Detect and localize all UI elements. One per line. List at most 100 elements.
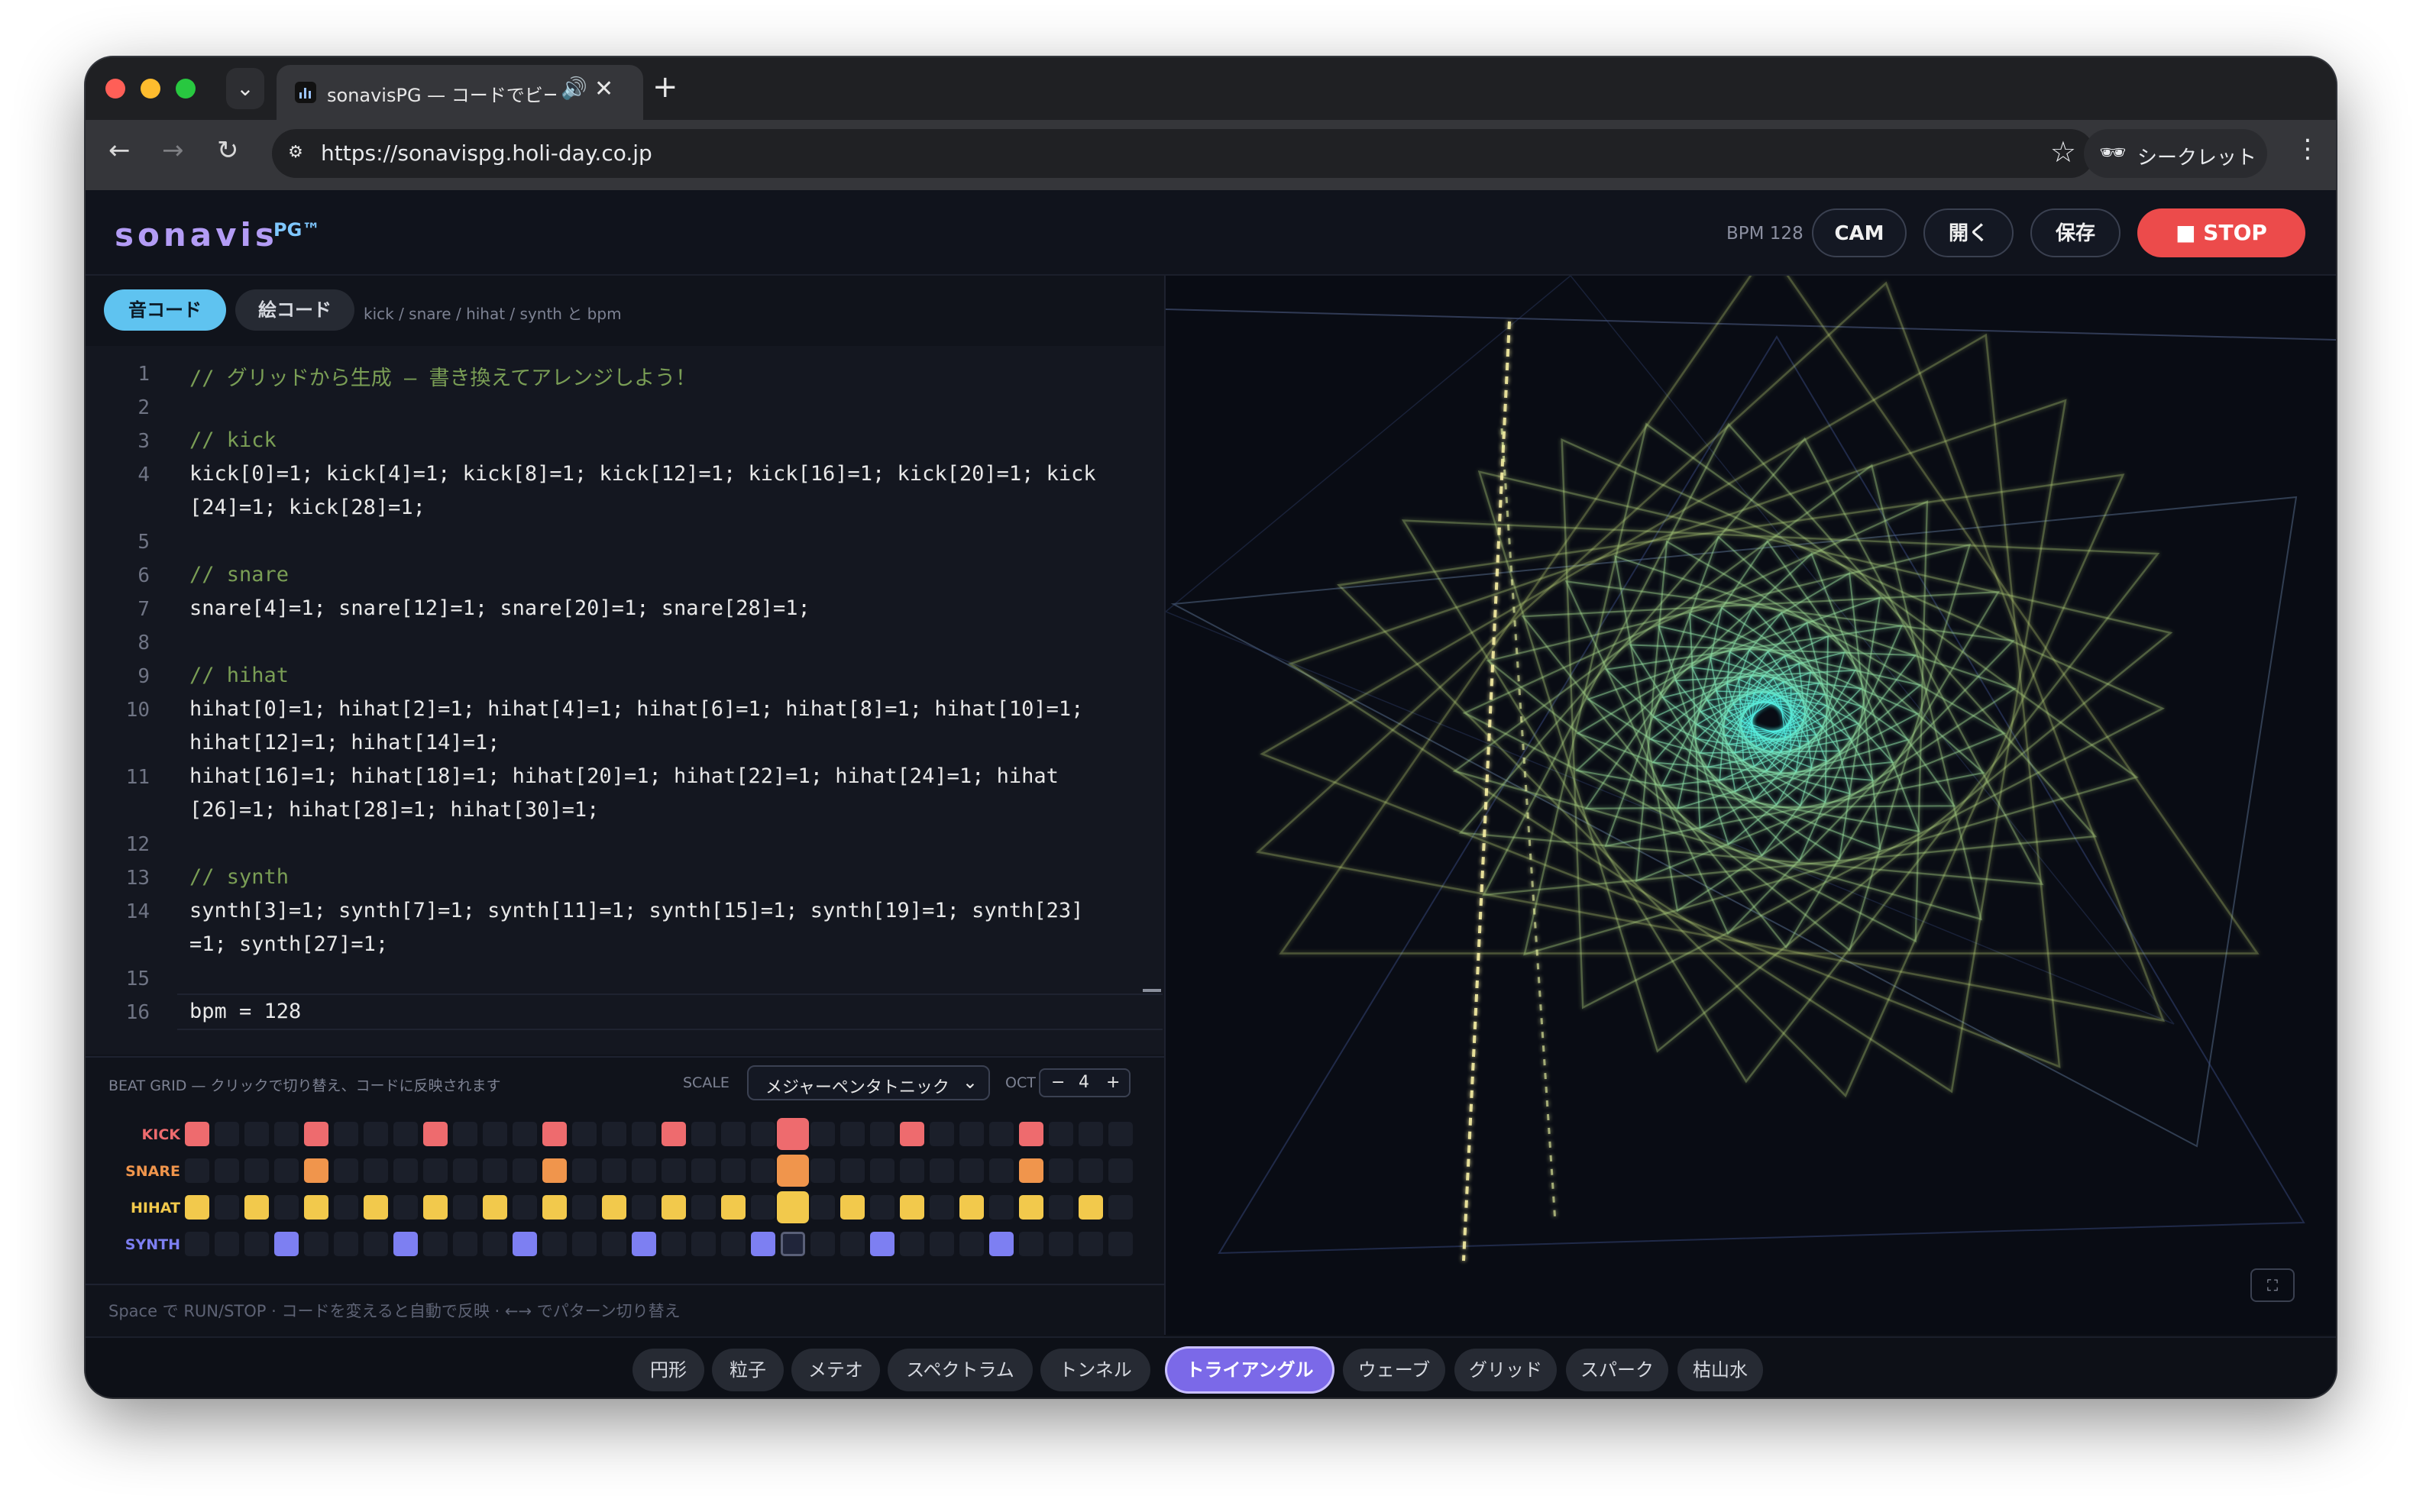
- beat-cell[interactable]: [721, 1122, 746, 1146]
- beat-cell[interactable]: [304, 1195, 328, 1220]
- code-line[interactable]: 8: [86, 625, 1147, 659]
- beat-cell[interactable]: [959, 1232, 984, 1256]
- beat-cell[interactable]: [1108, 1158, 1133, 1183]
- beat-cell[interactable]: [483, 1232, 507, 1256]
- beat-cell[interactable]: [423, 1122, 448, 1146]
- beat-cell[interactable]: [602, 1158, 626, 1183]
- beat-cell[interactable]: [1108, 1122, 1133, 1146]
- beat-cell[interactable]: [364, 1232, 388, 1256]
- beat-cell[interactable]: [751, 1195, 775, 1220]
- beat-cell[interactable]: [777, 1191, 809, 1223]
- code-text[interactable]: [26]=1; hihat[28]=1; hihat[30]=1;: [189, 798, 599, 822]
- close-window-button[interactable]: [105, 79, 125, 99]
- code-line[interactable]: hihat[12]=1; hihat[14]=1;: [86, 726, 1147, 760]
- beat-cell[interactable]: [244, 1195, 269, 1220]
- code-text[interactable]: // kick: [189, 428, 277, 452]
- beat-cell[interactable]: [542, 1122, 567, 1146]
- beat-cell[interactable]: [810, 1195, 835, 1220]
- beat-cell[interactable]: [1049, 1122, 1073, 1146]
- beat-cell[interactable]: [1108, 1195, 1133, 1220]
- browser-tab[interactable]: sonavisPG — コードでビー 🔊 ✕: [277, 65, 643, 120]
- beat-cell[interactable]: [751, 1122, 775, 1146]
- beat-cell[interactable]: [870, 1195, 894, 1220]
- visual-mode-tab[interactable]: トライアングル: [1167, 1349, 1332, 1391]
- site-settings-icon[interactable]: ⚙: [283, 140, 309, 166]
- beat-cell[interactable]: [870, 1158, 894, 1183]
- beat-cell[interactable]: [781, 1232, 805, 1256]
- beat-cell[interactable]: [721, 1158, 746, 1183]
- beat-cell[interactable]: [304, 1122, 328, 1146]
- beat-cell[interactable]: [453, 1232, 477, 1256]
- beat-cell[interactable]: [364, 1195, 388, 1220]
- beat-cell[interactable]: [393, 1195, 418, 1220]
- beat-cell[interactable]: [989, 1158, 1014, 1183]
- visual-mode-tab[interactable]: トンネル: [1040, 1349, 1150, 1391]
- beat-cell[interactable]: [215, 1232, 239, 1256]
- beat-cell[interactable]: [393, 1158, 418, 1183]
- beat-cell[interactable]: [423, 1232, 448, 1256]
- beat-cell[interactable]: [691, 1195, 716, 1220]
- beat-cell[interactable]: [959, 1195, 984, 1220]
- code-text[interactable]: // hihat: [189, 664, 289, 687]
- beat-cell[interactable]: [989, 1232, 1014, 1256]
- visual-mode-tab[interactable]: スペクトラム: [888, 1349, 1033, 1391]
- beat-cell[interactable]: [364, 1158, 388, 1183]
- visual-mode-tab[interactable]: メテオ: [791, 1349, 880, 1391]
- beat-cell[interactable]: [662, 1195, 686, 1220]
- beat-cell[interactable]: [1079, 1158, 1103, 1183]
- beat-cell[interactable]: [777, 1118, 809, 1150]
- beat-cell[interactable]: [751, 1232, 775, 1256]
- beat-cell[interactable]: [334, 1195, 358, 1220]
- beat-cell[interactable]: [572, 1158, 597, 1183]
- visual-mode-tab[interactable]: グリッド: [1454, 1349, 1557, 1391]
- beat-cell[interactable]: [572, 1122, 597, 1146]
- beat-cell[interactable]: [959, 1158, 984, 1183]
- code-line[interactable]: 4 kick[0]=1; kick[4]=1; kick[8]=1; kick[1…: [86, 457, 1147, 491]
- beat-cell[interactable]: [274, 1158, 299, 1183]
- beat-cell[interactable]: [244, 1232, 269, 1256]
- beat-cell[interactable]: [662, 1232, 686, 1256]
- beat-cell[interactable]: [870, 1232, 894, 1256]
- code-editor[interactable]: 1 // グリッドから生成 — 書き換えてアレンジしよう！ 2 3 // kick 4 ki…: [86, 346, 1164, 1055]
- beat-cell[interactable]: [840, 1122, 865, 1146]
- beat-cell[interactable]: [1019, 1195, 1043, 1220]
- url-text[interactable]: https://sonavispg.holi-day.co.jp: [321, 141, 652, 166]
- beat-cell[interactable]: [334, 1232, 358, 1256]
- browser-menu-icon[interactable]: ⋮: [2295, 134, 2321, 164]
- speaker-icon[interactable]: 🔊: [561, 76, 587, 101]
- beat-cell[interactable]: [215, 1122, 239, 1146]
- beat-cell[interactable]: [453, 1122, 477, 1146]
- code-line[interactable]: 12: [86, 827, 1147, 861]
- beat-cell[interactable]: [810, 1158, 835, 1183]
- cam-button[interactable]: CAM: [1812, 208, 1907, 257]
- code-text[interactable]: hihat[16]=1; hihat[18]=1; hihat[20]=1; h…: [189, 764, 1059, 788]
- back-arrow-icon[interactable]: ←: [108, 135, 131, 166]
- code-text[interactable]: hihat[0]=1; hihat[2]=1; hihat[4]=1; hiha…: [189, 697, 1083, 721]
- beat-cell[interactable]: [810, 1232, 835, 1256]
- beat-cell[interactable]: [1079, 1195, 1103, 1220]
- code-line[interactable]: 6 // snare: [86, 558, 1147, 592]
- beat-cell[interactable]: [810, 1122, 835, 1146]
- beat-cell[interactable]: [483, 1195, 507, 1220]
- code-line[interactable]: 7 snare[4]=1; snare[12]=1; snare[20]=1; s…: [86, 592, 1147, 625]
- beat-cell[interactable]: [334, 1122, 358, 1146]
- beat-cell[interactable]: [930, 1158, 954, 1183]
- beat-cell[interactable]: [364, 1122, 388, 1146]
- code-text[interactable]: snare[4]=1; snare[12]=1; snare[20]=1; sn…: [189, 596, 810, 620]
- beat-cell[interactable]: [572, 1195, 597, 1220]
- beat-cell[interactable]: [602, 1232, 626, 1256]
- beat-cell[interactable]: [777, 1155, 809, 1187]
- scale-select[interactable]: メジャーペンタトニック ⌄: [747, 1065, 990, 1100]
- beat-cell[interactable]: [1079, 1122, 1103, 1146]
- beat-cell[interactable]: [840, 1158, 865, 1183]
- beat-cell[interactable]: [274, 1232, 299, 1256]
- beat-cell[interactable]: [483, 1122, 507, 1146]
- beat-cell[interactable]: [870, 1122, 894, 1146]
- beat-cell[interactable]: [930, 1195, 954, 1220]
- tab-visual-code[interactable]: 絵コード: [235, 289, 354, 331]
- beat-cell[interactable]: [691, 1232, 716, 1256]
- code-line[interactable]: 5: [86, 525, 1147, 558]
- beat-cell[interactable]: [840, 1195, 865, 1220]
- fullscreen-icon[interactable]: ⛶: [2250, 1268, 2295, 1302]
- beat-cell[interactable]: [513, 1122, 537, 1146]
